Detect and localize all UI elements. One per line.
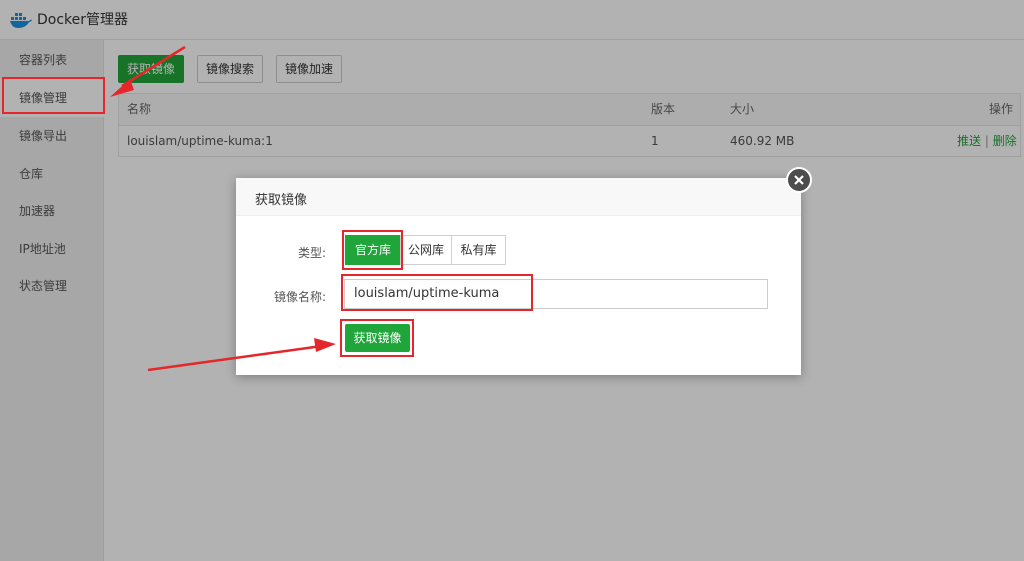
close-icon[interactable]: [786, 167, 812, 193]
image-name-label: 镜像名称:: [273, 290, 326, 304]
dialog-pull-image-button[interactable]: 获取镜像: [345, 324, 410, 352]
image-name-input[interactable]: louislam/uptime-kuma: [344, 279, 768, 309]
pull-image-dialog: 获取镜像: [236, 178, 801, 375]
dialog-title: 获取镜像: [255, 193, 308, 208]
type-option-public[interactable]: 公网库: [400, 235, 452, 265]
dialog-header: 获取镜像: [236, 178, 801, 216]
type-label: 类型:: [297, 246, 326, 260]
type-option-official[interactable]: 官方库: [345, 235, 401, 265]
type-option-private[interactable]: 私有库: [451, 235, 506, 265]
